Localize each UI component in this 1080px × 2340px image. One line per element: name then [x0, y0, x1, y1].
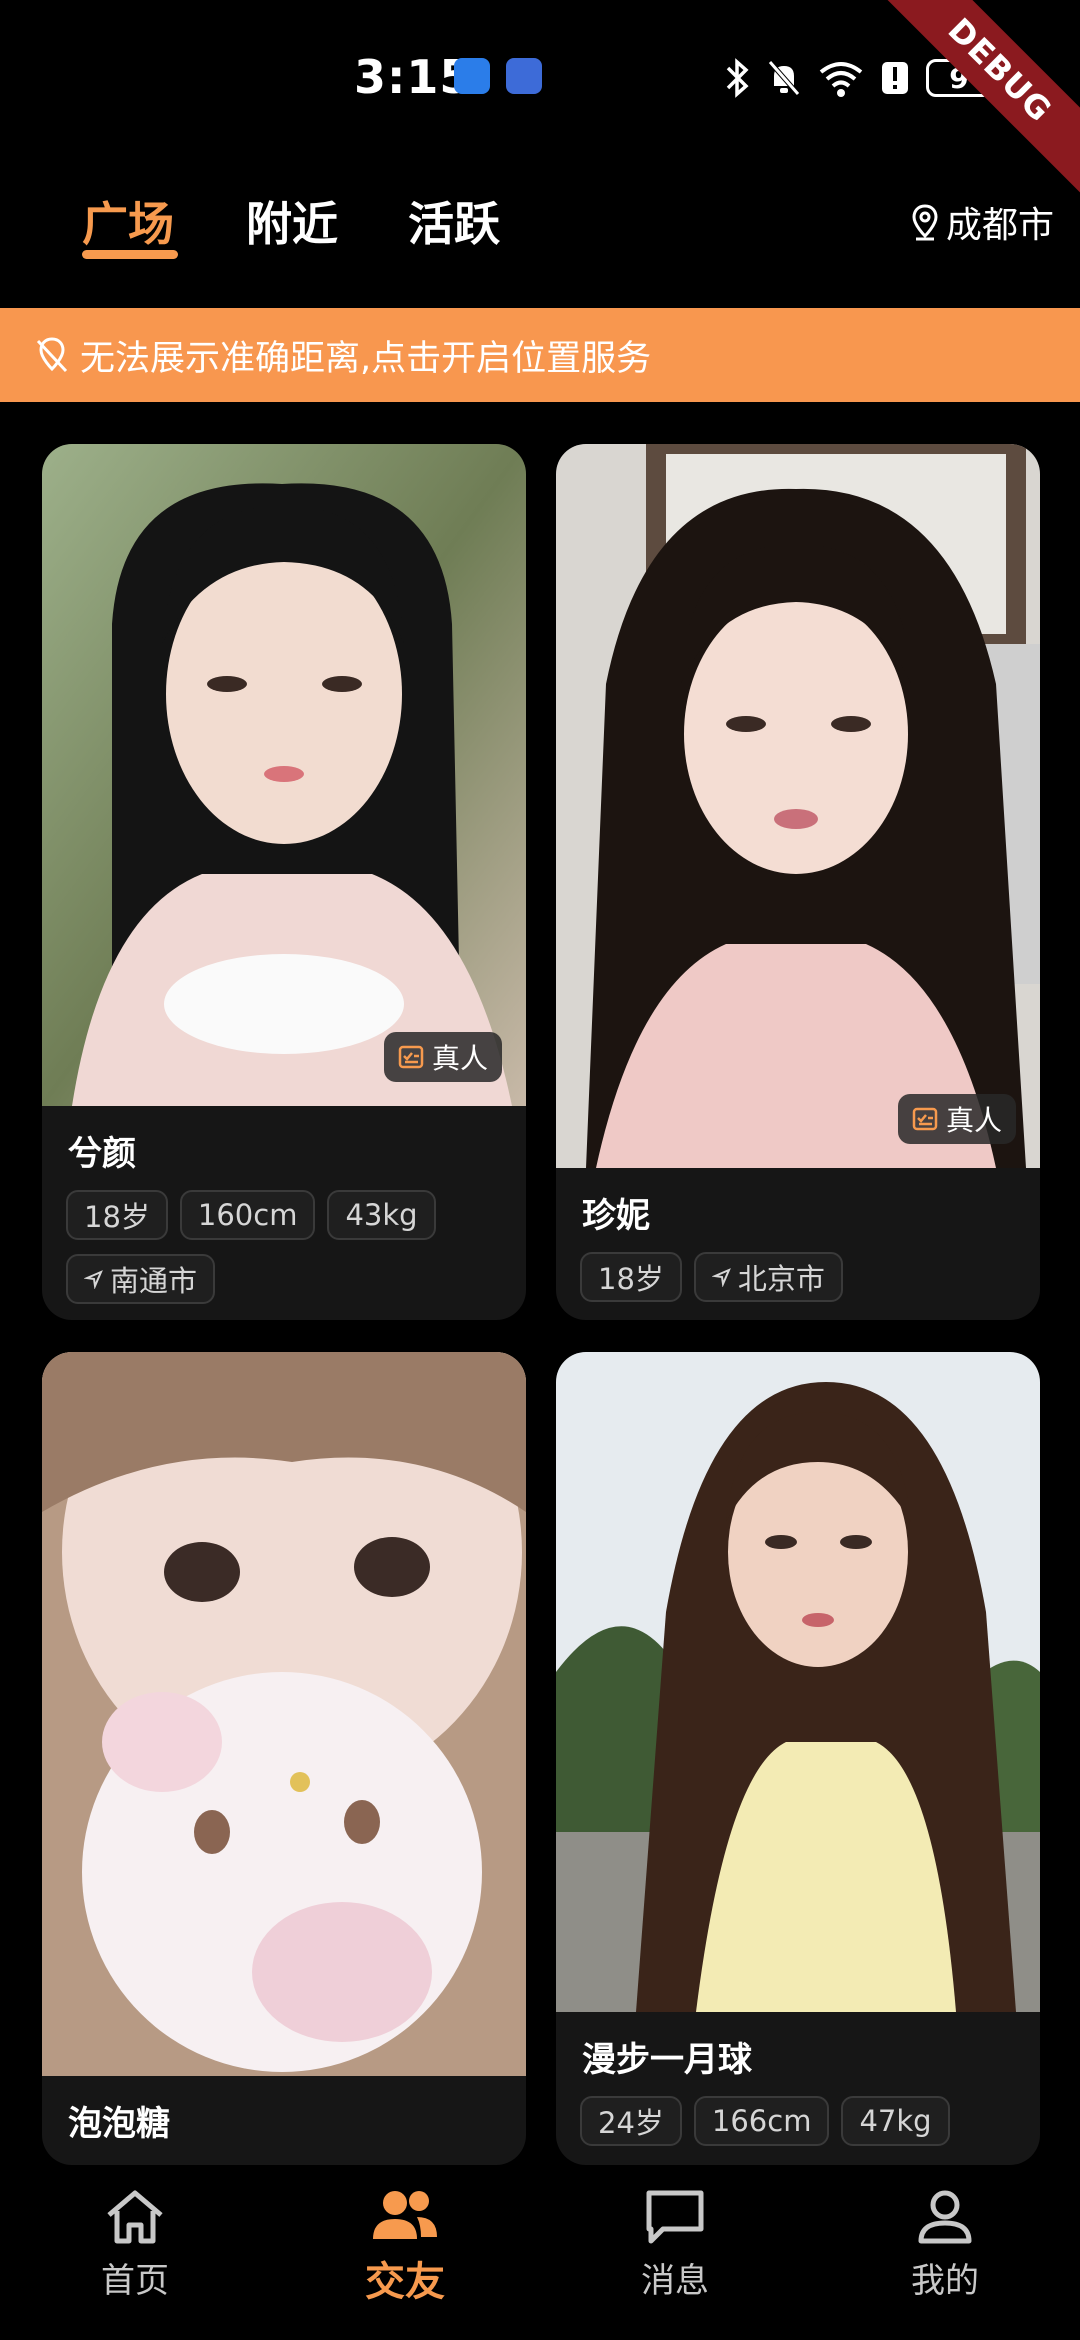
age-tag: 18岁	[580, 1252, 682, 1302]
nav-home-label: 首页	[101, 2261, 169, 2301]
user-name: 泡泡糖	[68, 2104, 170, 2144]
weight-tag: 47kg	[841, 2096, 950, 2146]
user-name: 兮颜	[68, 1134, 136, 1174]
location-off-icon	[36, 337, 68, 373]
verified-badge: 真人	[383, 1032, 502, 1082]
user-card[interactable]: 泡泡糖	[42, 1352, 526, 2165]
city-tag: 北京市	[693, 1252, 843, 1302]
user-card[interactable]: 漫步一月球 24岁 166cm 47kg	[556, 1352, 1040, 2165]
age-tag: 18岁	[66, 1190, 168, 1240]
mute-bell-icon	[768, 60, 800, 96]
bluetooth-icon	[726, 58, 749, 98]
nav-friends-label: 交友	[365, 2259, 445, 2305]
friends-icon	[373, 2191, 437, 2239]
user-card[interactable]: 真人 兮颜 18岁 160cm 43kg 南通市	[42, 444, 526, 1320]
user-info: 珍妮 18岁 北京市	[556, 1168, 1040, 1320]
user-photo: 真人	[556, 444, 1040, 1168]
user-info: 漫步一月球 24岁 166cm 47kg	[556, 2012, 1040, 2165]
nav-friends[interactable]: 交友	[305, 2187, 505, 2307]
nav-messages[interactable]: 消息	[575, 2187, 775, 2302]
top-tabs: 广场 附近 活跃 成都市	[0, 170, 1080, 280]
verified-badge: 真人	[897, 1094, 1016, 1144]
banner-text: 无法展示准确距离,点击开启位置服务	[80, 338, 652, 379]
user-name: 漫步一月球	[582, 2040, 752, 2080]
city-label: 成都市	[945, 205, 1054, 246]
tab-plaza[interactable]: 广场	[82, 188, 174, 254]
status-bar: 3:15 9 DEBUG	[0, 0, 1080, 198]
weight-tag: 43kg	[327, 1190, 436, 1240]
home-icon	[107, 2190, 163, 2244]
verified-icon	[912, 1107, 938, 1131]
alert-icon	[882, 62, 908, 94]
user-card[interactable]: 真人 珍妮 18岁 北京市	[556, 444, 1040, 1320]
navigation-arrow-icon	[711, 1268, 731, 1287]
user-name: 珍妮	[582, 1196, 650, 1236]
music-app-icon	[506, 58, 542, 94]
user-info: 兮颜 18岁 160cm 43kg 南通市	[42, 1106, 526, 1320]
nav-messages-label: 消息	[641, 2261, 709, 2301]
message-icon	[646, 2190, 704, 2244]
tab-nearby[interactable]: 附近	[246, 188, 338, 254]
location-service-banner[interactable]: 无法展示准确距离,点击开启位置服务	[0, 308, 1080, 402]
active-tab-indicator	[82, 250, 178, 259]
nav-profile-label: 我的	[911, 2261, 979, 2301]
navigation-arrow-icon	[84, 1270, 103, 1289]
user-photo	[42, 1352, 526, 2076]
user-info: 泡泡糖	[42, 2076, 526, 2165]
bottom-nav: 首页 交友 消息 我的	[0, 2165, 1080, 2340]
nav-profile[interactable]: 我的	[845, 2187, 1045, 2302]
nav-home[interactable]: 首页	[35, 2187, 235, 2302]
age-tag: 24岁	[580, 2096, 682, 2146]
city-tag: 南通市	[66, 1254, 216, 1304]
profile-icon	[918, 2190, 972, 2244]
tab-active[interactable]: 活跃	[408, 188, 500, 254]
user-photo: 真人	[42, 444, 526, 1106]
wifi-icon	[819, 62, 863, 97]
usb-icon	[454, 58, 490, 94]
height-tag: 166cm	[693, 2096, 830, 2146]
height-tag: 160cm	[179, 1190, 316, 1240]
verified-icon	[398, 1045, 424, 1069]
user-photo	[556, 1352, 1040, 2012]
city-selector[interactable]: 成都市	[910, 196, 1054, 248]
location-pin-icon	[912, 204, 938, 241]
